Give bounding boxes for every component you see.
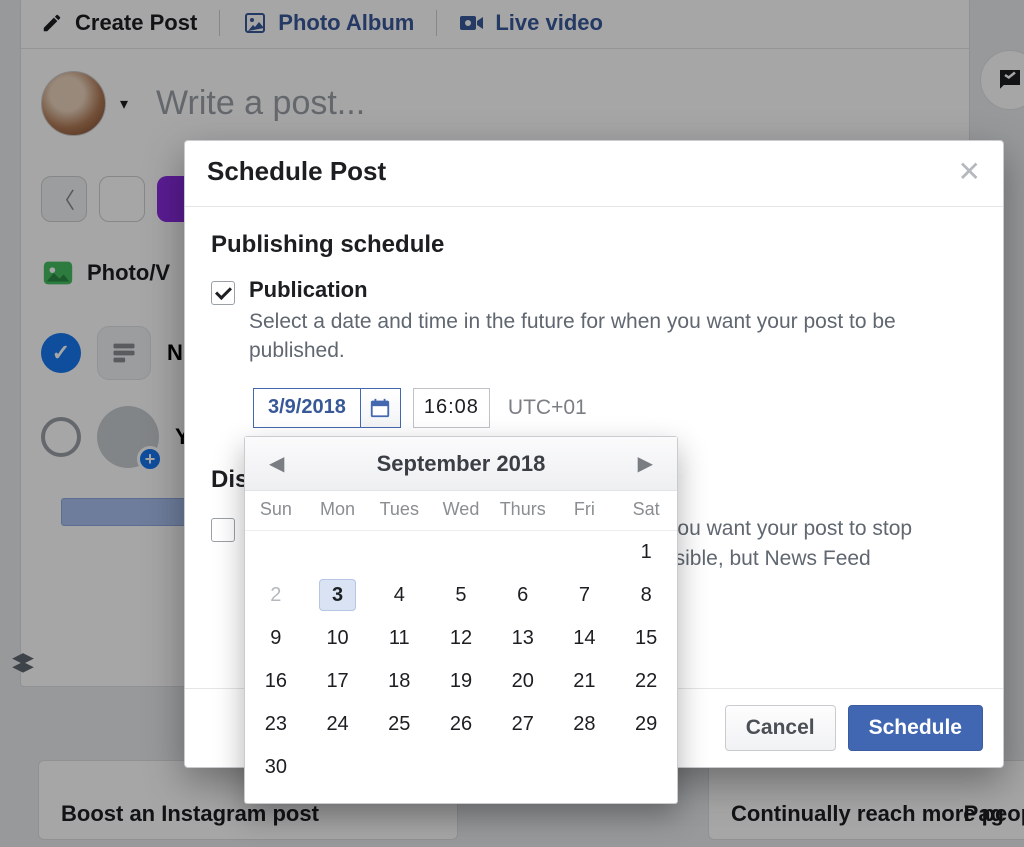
calendar-week-row: 23242526272829 [245, 703, 677, 746]
distribution-checkbox[interactable] [211, 518, 235, 542]
calendar-day [492, 531, 554, 574]
calendar-day[interactable]: 26 [430, 703, 492, 746]
dow-sat: Sat [615, 491, 677, 531]
calendar-icon [369, 397, 391, 419]
calendar-day[interactable]: 8 [615, 574, 677, 617]
calendar-day[interactable]: 20 [492, 660, 554, 703]
next-month-button[interactable]: ▶ [630, 447, 661, 480]
dow-wed: Wed [430, 491, 492, 531]
calendar-day[interactable]: 25 [368, 703, 430, 746]
calendar-day[interactable]: 6 [492, 574, 554, 617]
calendar-day[interactable]: 7 [554, 574, 616, 617]
cancel-button[interactable]: Cancel [725, 705, 836, 751]
calendar-week-row: 1 [245, 531, 677, 574]
calendar-week-row: 30 [245, 746, 677, 803]
date-picker-button[interactable] [360, 389, 400, 427]
calendar-day [492, 746, 554, 789]
calendar-day [430, 531, 492, 574]
modal-title: Schedule Post [207, 156, 386, 187]
publication-description: Select a date and time in the future for… [249, 307, 949, 366]
calendar-day[interactable]: 3 [307, 574, 369, 617]
publication-title: Publication [249, 277, 949, 303]
calendar-day [307, 746, 369, 789]
calendar-week-row: 9101112131415 [245, 617, 677, 660]
calendar-day[interactable]: 1 [615, 531, 677, 574]
publication-checkbox[interactable] [211, 281, 235, 305]
calendar-day[interactable]: 17 [307, 660, 369, 703]
calendar-day[interactable]: 21 [554, 660, 616, 703]
calendar-day[interactable]: 13 [492, 617, 554, 660]
calendar-day[interactable]: 14 [554, 617, 616, 660]
calendar-day[interactable]: 16 [245, 660, 307, 703]
calendar-day [368, 531, 430, 574]
calendar-day [554, 531, 616, 574]
dow-row: Sun Mon Tues Wed Thurs Fri Sat [245, 491, 677, 531]
calendar-day[interactable]: 23 [245, 703, 307, 746]
calendar-week-row: 16171819202122 [245, 660, 677, 703]
calendar-day[interactable]: 18 [368, 660, 430, 703]
calendar-day[interactable]: 30 [245, 746, 307, 789]
dow-thu: Thurs [492, 491, 554, 531]
calendar-day[interactable]: 22 [615, 660, 677, 703]
calendar-day [430, 746, 492, 789]
calendar-day [554, 746, 616, 789]
date-value: 3/9/2018 [254, 396, 360, 419]
schedule-button[interactable]: Schedule [848, 705, 983, 751]
calendar-day [245, 531, 307, 574]
calendar-day [368, 746, 430, 789]
date-input[interactable]: 3/9/2018 [253, 388, 401, 428]
calendar-day[interactable]: 10 [307, 617, 369, 660]
calendar-day[interactable]: 9 [245, 617, 307, 660]
time-input[interactable]: 16:08 [413, 388, 490, 428]
calendar-day[interactable]: 2 [245, 574, 307, 617]
calendar-day[interactable]: 24 [307, 703, 369, 746]
calendar-day[interactable]: 4 [368, 574, 430, 617]
prev-month-button[interactable]: ◀ [261, 447, 292, 480]
calendar-day[interactable]: 29 [615, 703, 677, 746]
dow-sun: Sun [245, 491, 307, 531]
dow-tue: Tues [368, 491, 430, 531]
calendar-day [615, 746, 677, 789]
calendar-week-row: 2345678 [245, 574, 677, 617]
calendar-day[interactable]: 5 [430, 574, 492, 617]
calendar-day[interactable]: 27 [492, 703, 554, 746]
datepicker-month-title: September 2018 [377, 451, 546, 477]
timezone-label: UTC+01 [508, 396, 587, 420]
dow-fri: Fri [554, 491, 616, 531]
dow-mon: Mon [307, 491, 369, 531]
calendar-day[interactable]: 11 [368, 617, 430, 660]
calendar-day [307, 531, 369, 574]
calendar-day[interactable]: 15 [615, 617, 677, 660]
date-picker: ◀ September 2018 ▶ Sun Mon Tues Wed Thur… [244, 436, 678, 804]
close-icon[interactable]: ✕ [958, 155, 981, 188]
calendar-day[interactable]: 12 [430, 617, 492, 660]
section-publishing-title: Publishing schedule [211, 231, 977, 259]
calendar-day[interactable]: 19 [430, 660, 492, 703]
calendar-day[interactable]: 28 [554, 703, 616, 746]
